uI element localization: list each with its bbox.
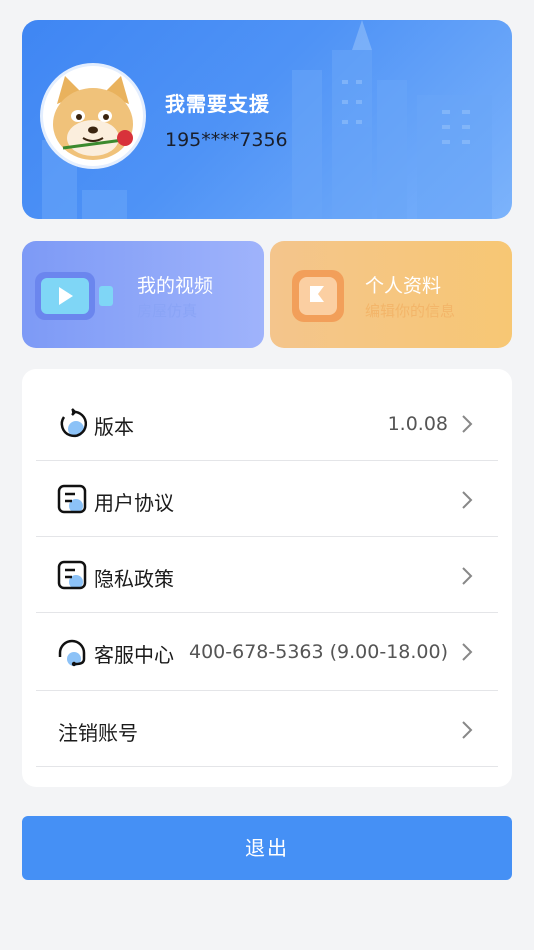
logout-button[interactable]: 退出 xyxy=(22,816,512,880)
headset-icon xyxy=(58,639,86,667)
document-icon xyxy=(57,560,87,590)
menu-item-label: 隐私政策 xyxy=(94,567,174,591)
chevron-right-icon xyxy=(462,567,473,585)
menu-item-version[interactable]: 版本 1.0.08 xyxy=(36,385,498,461)
personal-info-card[interactable]: 个人资料 编辑你的信息 xyxy=(270,241,512,348)
menu-item-delete-account[interactable]: 注销账号 xyxy=(36,691,498,767)
chevron-right-icon xyxy=(462,491,473,509)
menu-item-label: 注销账号 xyxy=(58,721,138,745)
user-phone: 195****7356 xyxy=(165,129,288,151)
profile-card-icon xyxy=(292,270,344,322)
settings-menu: 版本 1.0.08 用户协议 隐私政策 客服中心 400-678-5363 (9… xyxy=(22,369,512,787)
my-videos-card[interactable]: 我的视频 房屋仿真 xyxy=(22,241,264,348)
menu-item-user-agreement[interactable]: 用户协议 xyxy=(36,461,498,537)
my-videos-subtitle: 房屋仿真 xyxy=(137,302,198,320)
version-value: 1.0.08 xyxy=(387,413,448,435)
chevron-right-icon xyxy=(462,643,473,661)
personal-info-subtitle: 编辑你的信息 xyxy=(365,302,456,320)
service-hotline-value: 400-678-5363 (9.00-18.00) xyxy=(188,641,448,663)
video-play-icon xyxy=(35,272,113,320)
shiba-dog-with-rose-avatar-icon xyxy=(53,76,133,160)
menu-item-label: 用户协议 xyxy=(94,491,174,515)
refresh-icon xyxy=(60,408,88,438)
chevron-right-icon xyxy=(462,721,473,739)
avatar[interactable] xyxy=(43,66,143,166)
menu-item-privacy-policy[interactable]: 隐私政策 xyxy=(36,537,498,613)
my-videos-title: 我的视频 xyxy=(137,275,214,297)
user-name: 我需要支援 xyxy=(165,92,270,116)
document-icon xyxy=(57,484,87,514)
chevron-right-icon xyxy=(462,415,473,433)
profile-card[interactable]: 我需要支援 195****7356 xyxy=(22,20,512,219)
menu-item-label: 版本 xyxy=(94,415,134,439)
menu-item-customer-service[interactable]: 客服中心 400-678-5363 (9.00-18.00) xyxy=(36,613,498,691)
menu-item-label: 客服中心 xyxy=(94,643,174,667)
personal-info-title: 个人资料 xyxy=(365,275,442,297)
